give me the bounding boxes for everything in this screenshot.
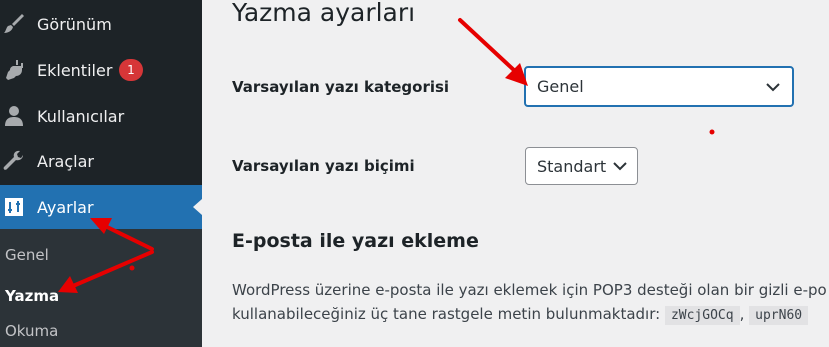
admin-sidebar: Görünüm Eklentiler 1 Kullanıcılar Araçla… [0,0,202,347]
default-category-select[interactable]: Genel [524,66,794,107]
chevron-down-icon [613,162,627,171]
default-category-label: Varsayılan yazı kategorisi [232,78,450,96]
sidebar-item-label: Görünüm [37,14,112,34]
sidebar-item-appearance[interactable]: Görünüm [0,2,202,46]
paintbrush-icon [4,14,24,33]
sidebar-item-label: Eklentiler [37,60,113,80]
settings-submenu: Genel Yazma Okuma [0,229,202,347]
settings-icon [5,198,23,216]
default-format-select[interactable]: Standart [525,147,638,185]
post-via-email-description: WordPress üzerine e-posta ile yazı eklem… [232,278,829,328]
submenu-item-general[interactable]: Genel [5,246,49,264]
active-indicator [193,199,202,215]
default-format-label: Varsayılan yazı biçimi [232,157,415,175]
sidebar-item-users[interactable]: Kullanıcılar [0,94,202,138]
sidebar-item-settings[interactable]: Ayarlar [0,185,202,229]
plugin-icon [6,60,23,80]
sidebar-item-label: Ayarlar [37,197,94,217]
separator: , [739,305,745,323]
update-count-badge: 1 [119,59,143,81]
page-title: Yazma ayarları [232,0,416,27]
description-line: WordPress üzerine e-posta ile yazı eklem… [232,281,827,299]
description-line: kullanabileceğiniz üç tane rastgele meti… [232,302,829,328]
wrench-icon [3,150,23,170]
sidebar-item-tools[interactable]: Araçlar [0,139,202,183]
sidebar-item-plugins[interactable]: Eklentiler 1 [0,48,202,92]
users-icon [5,106,23,126]
submenu-item-writing[interactable]: Yazma [5,287,59,305]
description-text: kullanabileceğiniz üç tane rastgele meti… [232,305,661,323]
wp-admin-screen: Görünüm Eklentiler 1 Kullanıcılar Araçla… [0,0,829,347]
submenu-item-reading[interactable]: Okuma [5,322,58,340]
sidebar-item-label: Kullanıcılar [37,106,125,126]
select-value: Genel [537,77,584,96]
random-string-code: uprN60 [749,306,809,325]
sidebar-item-label: Araçlar [37,151,94,171]
random-string-code: zWcjGOCq [664,306,740,325]
select-value: Standart [537,157,607,176]
chevron-down-icon [766,83,780,92]
section-title: E-posta ile yazı ekleme [232,230,479,252]
main-content: Yazma ayarları Varsayılan yazı kategoris… [202,0,829,347]
